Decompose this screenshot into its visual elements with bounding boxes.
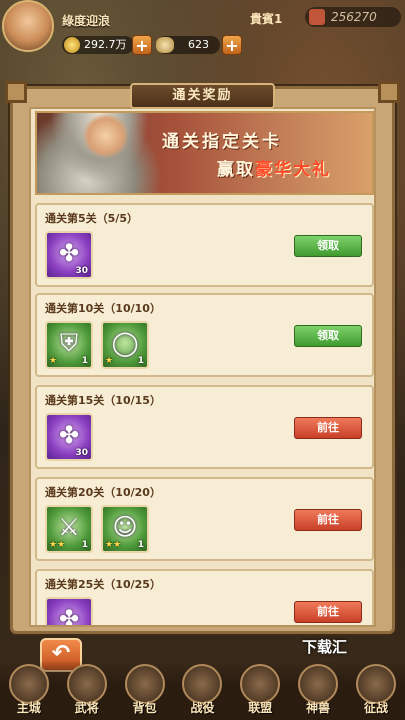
power-display: 256270 [305,7,401,27]
item-stars: ★ [105,356,114,366]
food-value: 623 [188,38,209,51]
reward-card-title: 通关第25关（10/25） [45,578,161,591]
reward-card: 通关第5关（5/5） ✤ 30 领取 [35,203,374,287]
banner-headline: 通关指定关卡 [162,132,282,152]
item-stars: ★★ [49,540,66,550]
item-count: 1 [81,356,88,366]
food-icon [156,37,174,53]
coin-icon [64,37,80,53]
nav-item-main-city[interactable]: 主城 [4,664,54,716]
nav-item-alliance[interactable]: 联盟 [235,664,285,716]
banner-subline-prefix: 赢取 [217,160,255,180]
puzzle-fragment-icon[interactable]: ✤ 30 [45,597,93,625]
power-value: 256270 [331,10,377,24]
goto-button[interactable]: 前往 [294,601,362,623]
item-count: 1 [81,540,88,550]
nav-label: 主城 [16,701,41,715]
reward-items: ✤ 30 [45,597,93,625]
nav-label: 武将 [74,701,99,715]
reward-items: ✤ 30 [45,413,93,463]
alliance-icon [240,664,281,704]
item-stars: ★★ [105,540,122,550]
bag-icon [124,664,165,704]
nav-label: 神兽 [306,701,331,715]
reward-card: 通关第20关（10/20） ⚔ ★★ 1 ☺ ★★ 1 前往 [35,477,374,561]
claim-button[interactable]: 领取 [294,235,362,257]
conquest-icon [355,664,396,704]
castle-icon [8,664,49,704]
armor-icon[interactable]: ⛨ ★ 1 [45,321,93,369]
reward-card-title: 通关第20关（10/20） [45,486,161,499]
reward-card-title: 通关第10关（10/10） [45,302,161,315]
reward-card-title: 通关第5关（5/5） [45,212,138,225]
beast-icon [298,664,339,704]
sword-icon[interactable]: ⚔ ★★ 1 [45,505,93,553]
nav-label: 战役 [190,701,215,715]
coin-value: 292.7万 [84,38,127,51]
nav-item-campaign[interactable]: 战役 [177,664,227,716]
item-count: 1 [137,540,144,550]
nav-label: 征战 [363,701,388,715]
vip-label[interactable]: 貴賓1 [250,10,282,27]
ring-icon[interactable]: ◯ ★ 1 [101,321,149,369]
event-banner: 通关指定关卡 赢取豪华大礼 [35,111,374,195]
puzzle-fragment-icon[interactable]: ✤ 30 [45,231,93,279]
nav-label: 背包 [132,701,157,715]
reward-card: 通关第25关（10/25） ✤ 30 前往 [35,569,374,625]
power-icon [309,9,325,25]
nav-item-generals[interactable]: 武将 [62,664,112,716]
reward-card: 通关第15关（10/15） ✤ 30 前往 [35,385,374,469]
general-icon [66,664,107,704]
monkey-icon[interactable]: ☺ ★★ 1 [101,505,149,553]
reward-card-title: 通关第15关（10/15） [45,394,161,407]
banner-subline-highlight: 豪华大礼 [255,160,331,180]
panel-title: 通关奖励 [130,83,275,109]
puzzle-fragment-icon[interactable]: ✤ 30 [45,413,93,461]
reward-items: ✤ 30 [45,231,93,281]
battle-icon [182,664,223,704]
player-avatar[interactable] [2,0,54,52]
goto-button[interactable]: 前往 [294,417,362,439]
reward-items: ⛨ ★ 1 ◯ ★ 1 [45,321,149,371]
nav-item-conquest[interactable]: 征战 [351,664,401,716]
reward-items: ⚔ ★★ 1 ☺ ★★ 1 [45,505,149,555]
panel-corner-ornament [5,81,27,103]
top-status-bar: 綠度迎浪 貴賓1 256270 292.7万 + 623 + [0,0,405,60]
banner-subline: 赢取豪华大礼 [217,155,331,180]
add-coins-button[interactable]: + [132,35,152,55]
bottom-nav: 主城 武将 背包 战役 联盟 神兽 征战 [0,660,405,720]
add-food-button[interactable]: + [222,35,242,55]
reward-list[interactable]: 通关第5关（5/5） ✤ 30 领取 通关第10关（10/10） ⛨ ★ 1 ◯… [35,203,374,625]
coin-display: 292.7万 [62,36,134,54]
reward-card: 通关第10关（10/10） ⛨ ★ 1 ◯ ★ 1 领取 [35,293,374,377]
item-count: 30 [75,448,88,458]
hero-portrait [37,113,162,193]
item-stars: ★ [49,356,58,366]
nav-item-bag[interactable]: 背包 [120,664,170,716]
watermark: 下载汇 [302,638,348,656]
goto-button[interactable]: 前往 [294,509,362,531]
panel-content: 通关指定关卡 赢取豪华大礼 通关第5关（5/5） ✤ 30 领取 通关第10关（… [29,107,376,627]
nav-label: 联盟 [248,701,273,715]
player-name: 綠度迎浪 [62,14,111,28]
item-count: 30 [75,266,88,276]
reward-panel: 通关指定关卡 赢取豪华大礼 通关第5关（5/5） ✤ 30 领取 通关第10关（… [5,81,400,634]
nav-item-beast[interactable]: 神兽 [293,664,343,716]
panel-corner-ornament [378,81,400,103]
food-display: 623 [156,36,220,54]
item-count: 1 [137,356,144,366]
claim-button[interactable]: 领取 [294,325,362,347]
